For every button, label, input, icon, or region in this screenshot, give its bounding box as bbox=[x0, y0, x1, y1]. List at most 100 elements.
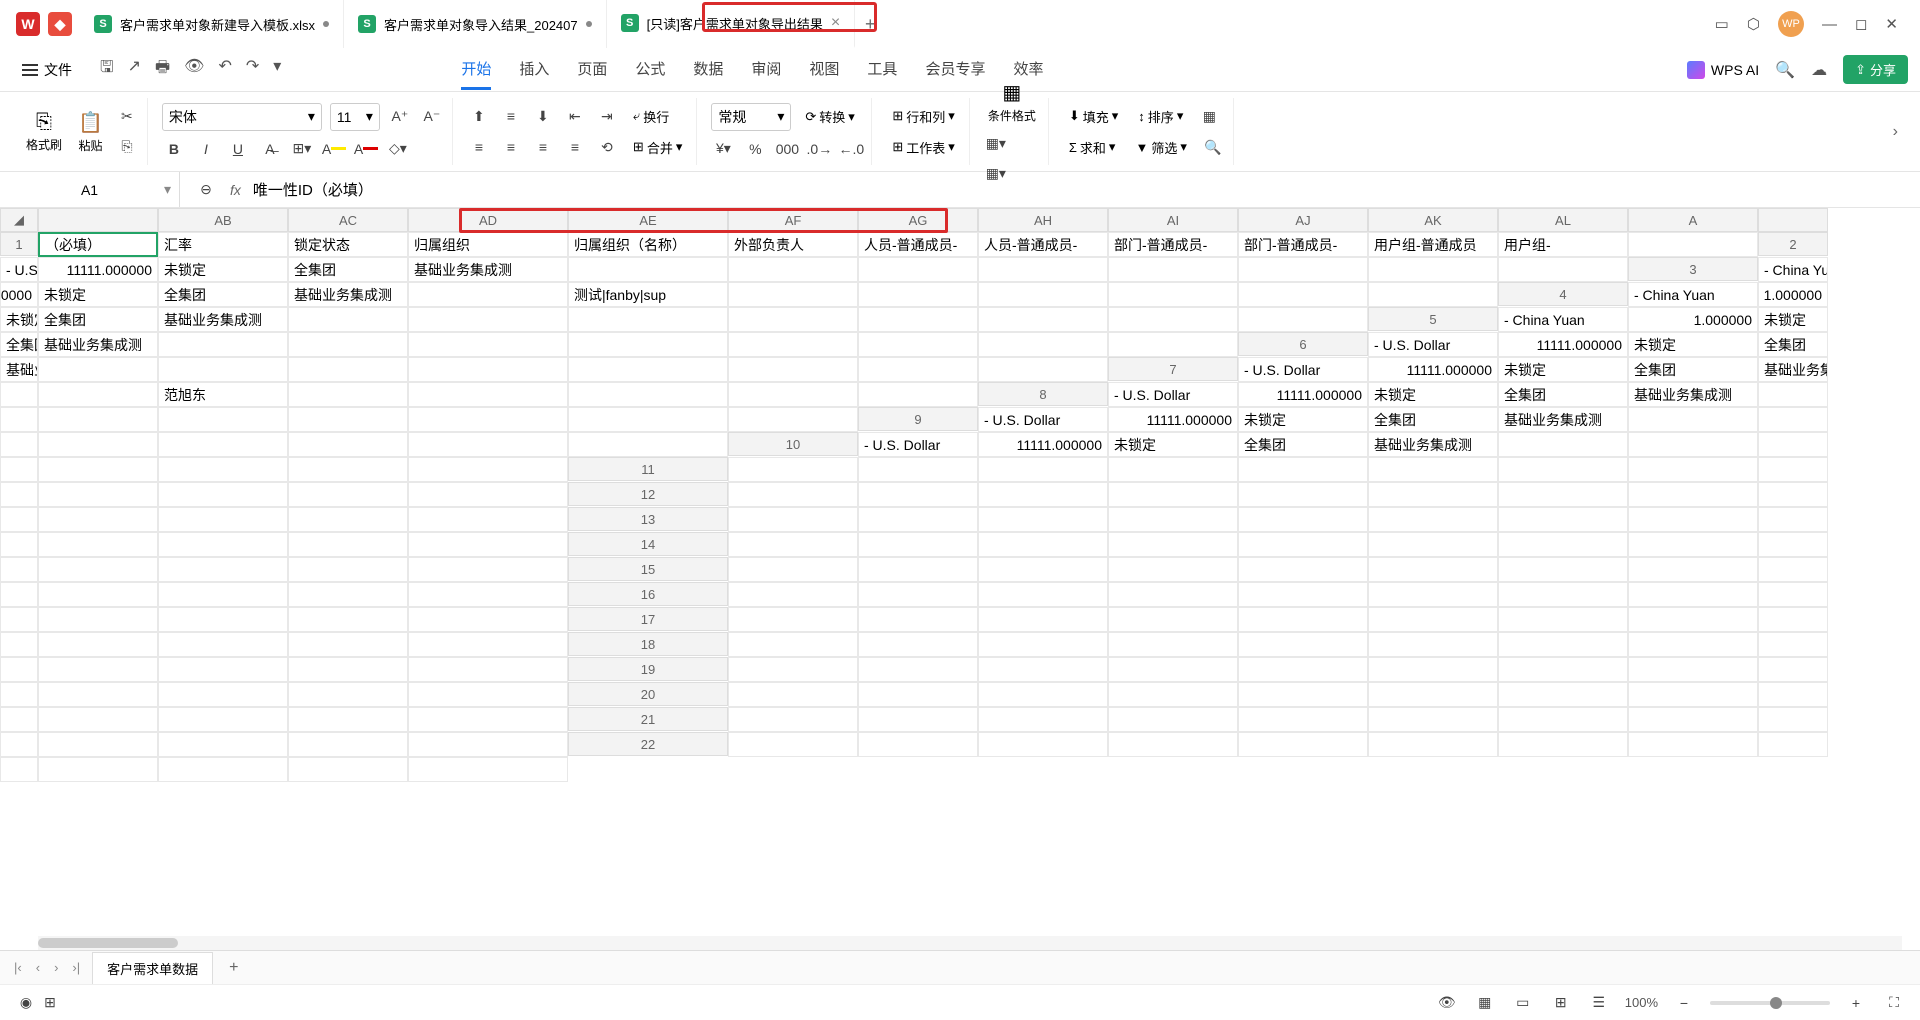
cell[interactable] bbox=[1238, 632, 1368, 657]
cell[interactable] bbox=[38, 682, 158, 707]
cell[interactable] bbox=[0, 457, 38, 482]
cell[interactable] bbox=[978, 532, 1108, 557]
apps-icon[interactable]: ⬡ bbox=[1747, 15, 1760, 33]
col-header-AI[interactable]: AI bbox=[1108, 208, 1238, 232]
cell[interactable]: 全集团 bbox=[1628, 357, 1758, 382]
cell[interactable] bbox=[158, 757, 288, 782]
cell[interactable] bbox=[408, 507, 568, 532]
wps-ai-button[interactable]: WPS AI bbox=[1687, 61, 1759, 79]
cell[interactable] bbox=[978, 732, 1108, 757]
view-page-icon[interactable]: ▭ bbox=[1511, 991, 1535, 1015]
tab-view[interactable]: 视图 bbox=[809, 50, 839, 90]
cell[interactable] bbox=[1368, 507, 1498, 532]
col-header-AE[interactable]: AE bbox=[568, 208, 728, 232]
cell[interactable] bbox=[1498, 557, 1628, 582]
cell[interactable] bbox=[0, 657, 38, 682]
cell[interactable] bbox=[1368, 582, 1498, 607]
cell[interactable] bbox=[728, 707, 858, 732]
align-bottom-icon[interactable]: ⬇ bbox=[531, 104, 555, 128]
cell[interactable]: 基础业务集成测 bbox=[1628, 382, 1758, 407]
col-header-AF[interactable]: AF bbox=[728, 208, 858, 232]
cell[interactable] bbox=[858, 657, 978, 682]
cell[interactable] bbox=[1758, 532, 1828, 557]
spreadsheet-grid[interactable]: ◢ABACADAEAFAGAHAIAJAKALA1（必填）汇率锁定状态归属组织归… bbox=[0, 208, 1920, 908]
cell[interactable] bbox=[38, 632, 158, 657]
cell[interactable] bbox=[978, 582, 1108, 607]
cell[interactable] bbox=[1108, 607, 1238, 632]
docer-icon[interactable]: ◆ bbox=[48, 12, 72, 36]
cell[interactable] bbox=[1498, 707, 1628, 732]
cell[interactable] bbox=[858, 707, 978, 732]
cell[interactable] bbox=[1108, 507, 1238, 532]
messages-icon[interactable]: ▭ bbox=[1715, 15, 1729, 33]
cell[interactable] bbox=[408, 557, 568, 582]
col-header[interactable] bbox=[38, 208, 158, 232]
cell[interactable] bbox=[728, 657, 858, 682]
cell[interactable] bbox=[1628, 732, 1758, 757]
cell[interactable] bbox=[1368, 657, 1498, 682]
cell[interactable] bbox=[858, 557, 978, 582]
view-layout-icon[interactable]: ⊞ bbox=[1549, 991, 1573, 1015]
cell[interactable] bbox=[158, 457, 288, 482]
cell[interactable]: 基础业务集成测 bbox=[288, 282, 408, 307]
cut-icon[interactable]: ✂ bbox=[115, 105, 139, 129]
close-tab-icon[interactable]: × bbox=[831, 14, 840, 32]
document-tab-2[interactable]: S 客户需求单对象导入结果_202407 bbox=[344, 0, 607, 48]
cell[interactable] bbox=[568, 357, 728, 382]
cell[interactable]: 基础业务集成测 bbox=[1368, 432, 1498, 457]
cell[interactable]: 全集团 bbox=[1758, 332, 1828, 357]
font-name-select[interactable]: 宋体▾ bbox=[162, 103, 322, 131]
search-icon[interactable]: 🔍 bbox=[1775, 60, 1795, 80]
dropdown-icon[interactable]: ▾ bbox=[273, 56, 281, 83]
cell[interactable] bbox=[158, 432, 288, 457]
cell[interactable] bbox=[1498, 582, 1628, 607]
document-tab-3[interactable]: S [只读]客户需求单对象导出结果 × bbox=[607, 0, 856, 48]
cell[interactable] bbox=[978, 282, 1108, 307]
cell[interactable] bbox=[1628, 432, 1758, 457]
cell[interactable]: 1.000000 bbox=[0, 282, 38, 307]
cell[interactable] bbox=[1108, 482, 1238, 507]
row-header-22[interactable]: 22 bbox=[568, 732, 728, 756]
align-top-icon[interactable]: ⬆ bbox=[467, 104, 491, 128]
cell[interactable] bbox=[1108, 532, 1238, 557]
increase-indent-icon[interactable]: ⇥ bbox=[595, 104, 619, 128]
cell[interactable] bbox=[1758, 507, 1828, 532]
cell[interactable] bbox=[858, 257, 978, 282]
cell[interactable] bbox=[158, 682, 288, 707]
cell[interactable] bbox=[1238, 582, 1368, 607]
cell[interactable]: 全集团 bbox=[288, 257, 408, 282]
cell[interactable] bbox=[1368, 607, 1498, 632]
cell[interactable]: 归属组织（名称） bbox=[568, 232, 728, 257]
cell[interactable] bbox=[158, 507, 288, 532]
zoom-thumb[interactable] bbox=[1770, 997, 1782, 1009]
cell[interactable] bbox=[1628, 607, 1758, 632]
cell[interactable] bbox=[38, 457, 158, 482]
cell[interactable] bbox=[568, 407, 728, 432]
italic-icon[interactable]: I bbox=[194, 137, 218, 161]
cell[interactable] bbox=[1108, 632, 1238, 657]
cell[interactable] bbox=[1368, 707, 1498, 732]
tab-review[interactable]: 审阅 bbox=[751, 50, 781, 90]
row-header-18[interactable]: 18 bbox=[568, 632, 728, 656]
cell[interactable]: 未锁定 bbox=[38, 282, 158, 307]
cell[interactable] bbox=[408, 307, 568, 332]
decrease-font-icon[interactable]: A⁻ bbox=[420, 105, 444, 129]
cell[interactable] bbox=[1498, 482, 1628, 507]
row-header-14[interactable]: 14 bbox=[568, 532, 728, 556]
cell[interactable] bbox=[1628, 657, 1758, 682]
cell[interactable] bbox=[1758, 632, 1828, 657]
cell[interactable] bbox=[288, 432, 408, 457]
cell[interactable] bbox=[1628, 632, 1758, 657]
col-header-AG[interactable]: AG bbox=[858, 208, 978, 232]
cell[interactable]: 锁定状态 bbox=[288, 232, 408, 257]
cell[interactable] bbox=[1758, 682, 1828, 707]
cell[interactable] bbox=[728, 332, 858, 357]
cell[interactable] bbox=[1238, 732, 1368, 757]
cell[interactable] bbox=[158, 707, 288, 732]
cell[interactable]: 人员-普通成员- bbox=[978, 232, 1108, 257]
cell[interactable] bbox=[0, 557, 38, 582]
highlight-color-icon[interactable]: A bbox=[322, 137, 346, 161]
cell[interactable] bbox=[978, 557, 1108, 582]
cell[interactable] bbox=[158, 482, 288, 507]
row-header-4[interactable]: 4 bbox=[1498, 282, 1628, 306]
